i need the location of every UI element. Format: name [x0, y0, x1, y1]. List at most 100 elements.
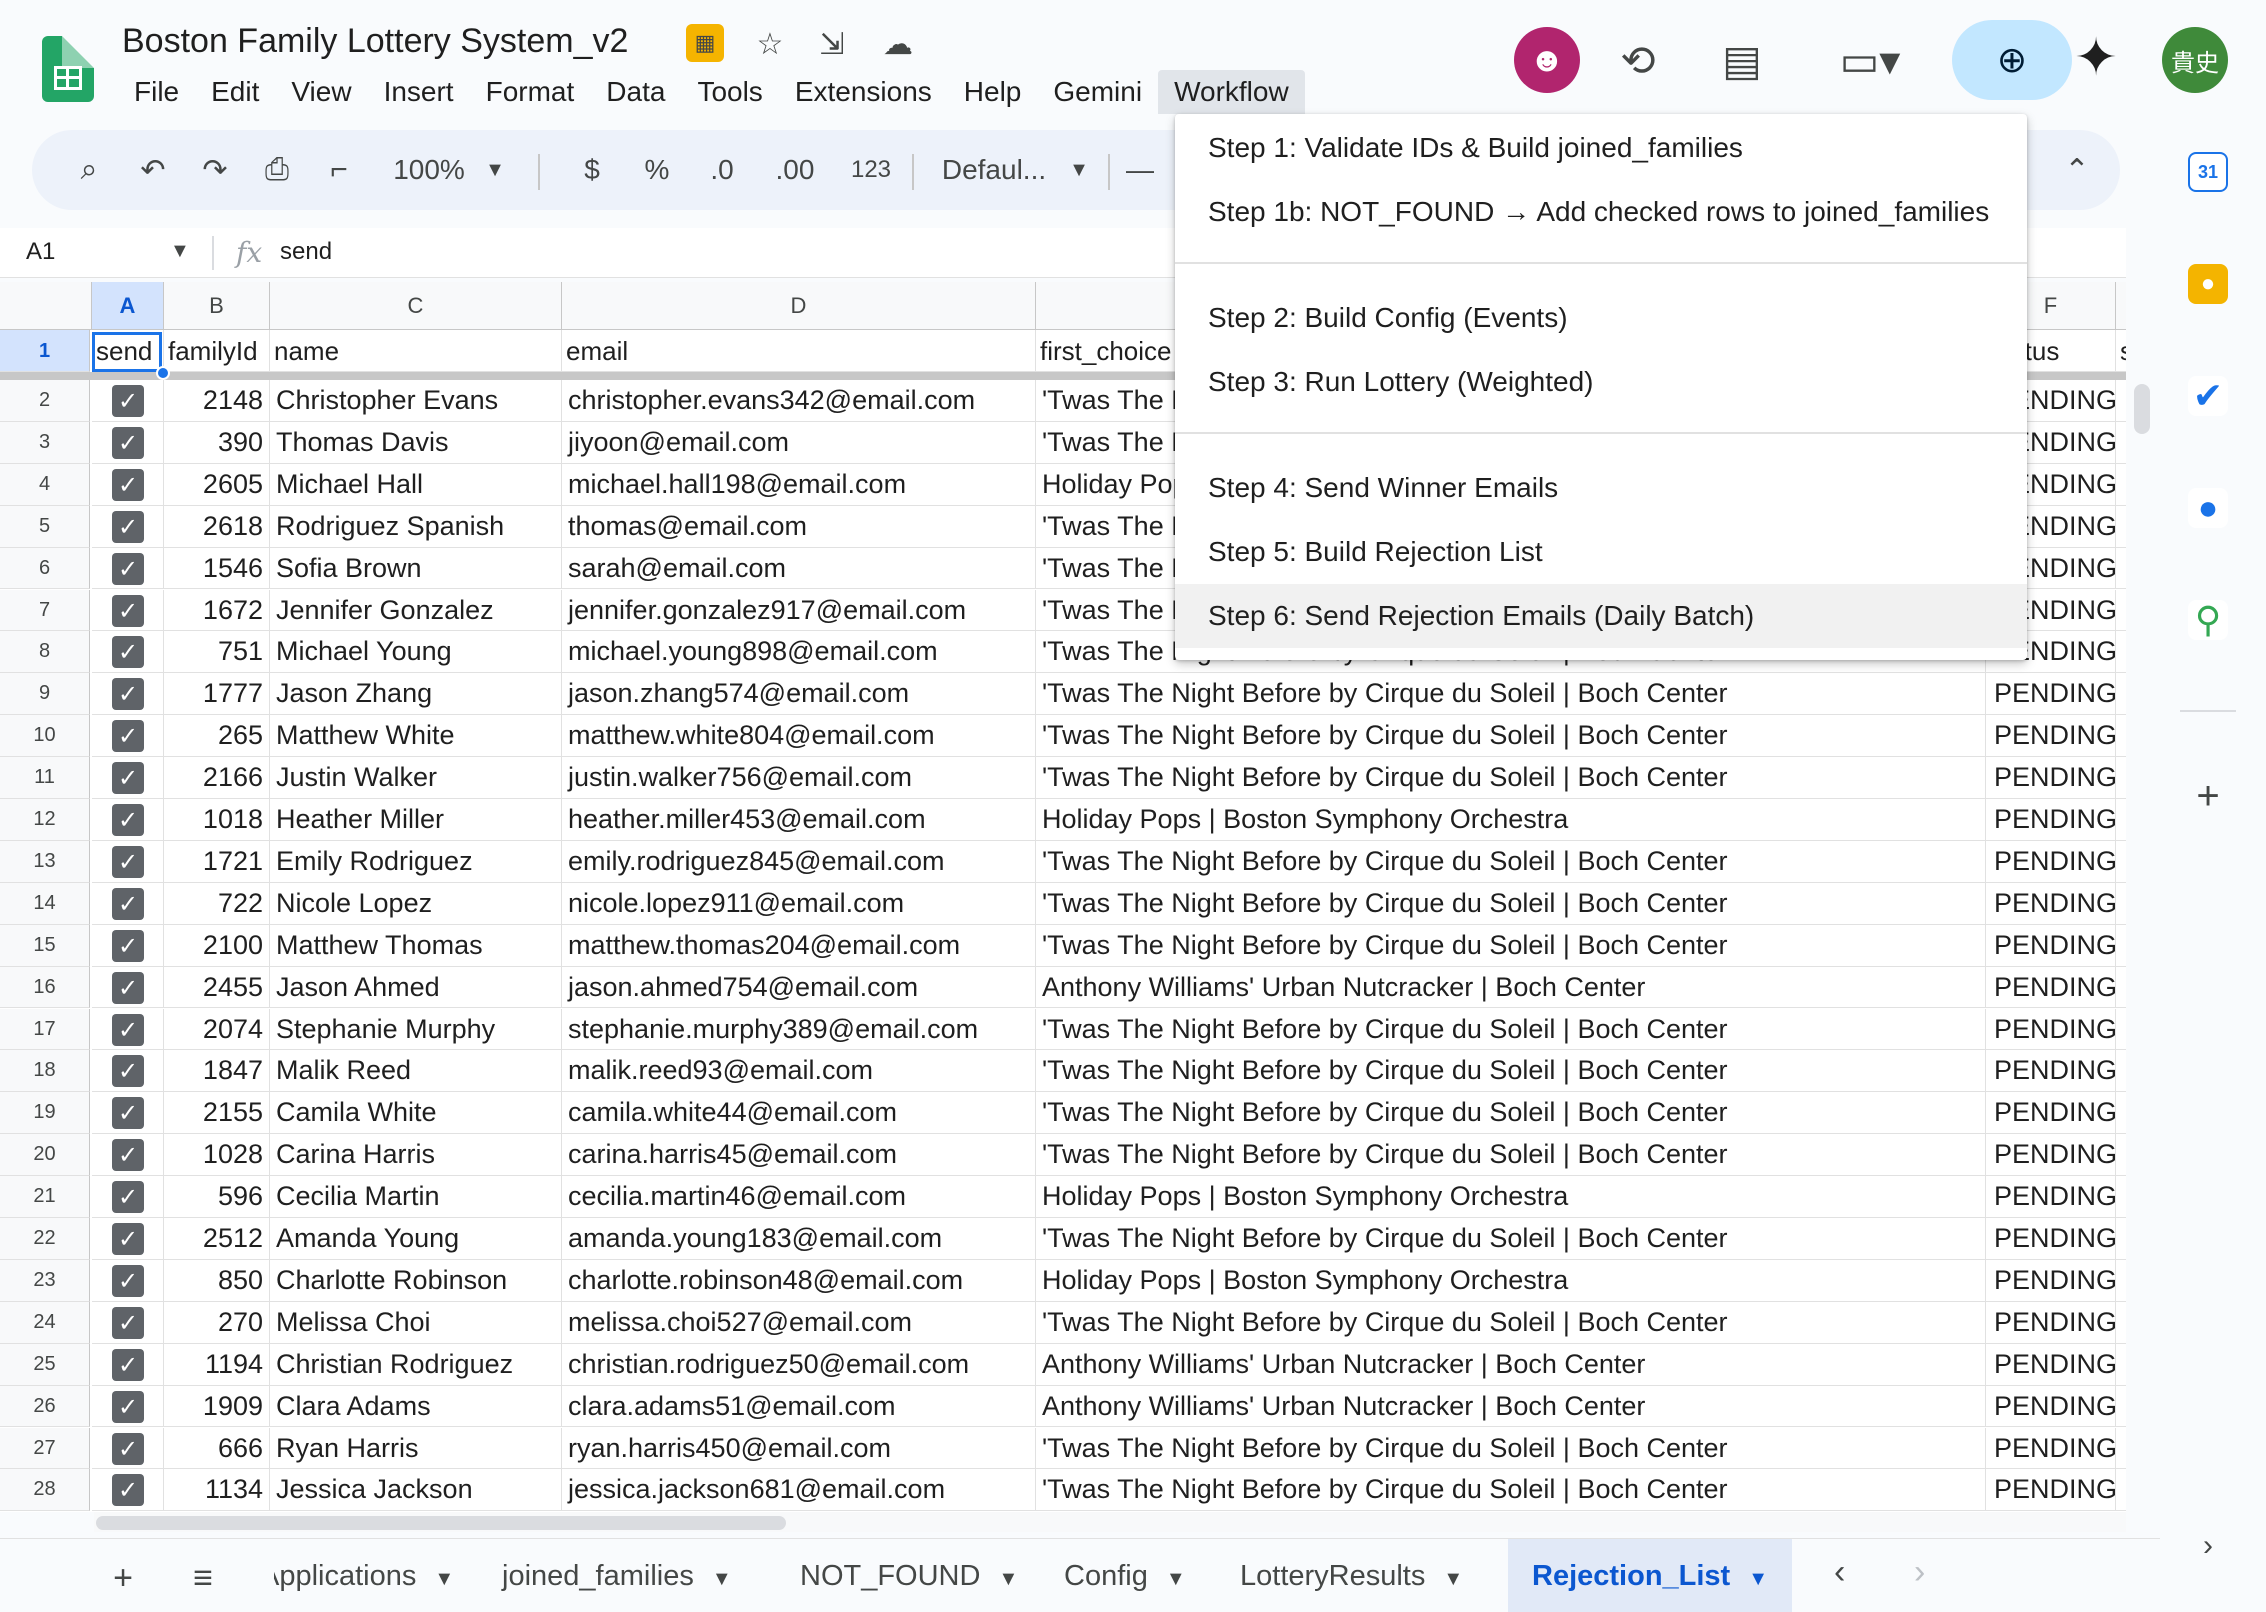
checkbox-checked[interactable]: ✓ [112, 1306, 144, 1339]
name-cell[interactable]: Ryan Harris [270, 1427, 562, 1470]
row-header[interactable]: 11 [0, 757, 90, 799]
row-header[interactable]: 4 [0, 463, 90, 506]
name-cell[interactable]: Rodriguez Spanish [270, 505, 562, 548]
name-cell[interactable]: Melissa Choi [270, 1301, 562, 1344]
row-header[interactable]: 12 [0, 799, 90, 841]
table-cell[interactable] [2116, 1302, 2126, 1344]
name-cell[interactable]: Stephanie Murphy [270, 1008, 562, 1051]
menu-extensions[interactable]: Extensions [779, 70, 948, 114]
name-cell[interactable]: Nicole Lopez [270, 882, 562, 925]
email-cell[interactable]: malik.reed93@email.com [562, 1050, 1036, 1093]
family-id-cell[interactable]: 1018 [164, 799, 270, 841]
family-id-cell[interactable]: 666 [164, 1427, 270, 1470]
row-header[interactable]: 17 [0, 1008, 90, 1051]
name-box[interactable]: A1 [26, 238, 55, 266]
paint-format-icon[interactable]: ⌐ [314, 140, 364, 200]
email-cell[interactable]: melissa.choi527@email.com [562, 1301, 1036, 1344]
name-cell[interactable]: Heather Miller [270, 799, 562, 841]
column-header[interactable]: D [562, 282, 1036, 330]
decrease-decimals-button[interactable]: .0 [692, 140, 752, 200]
email-cell[interactable]: michael.young898@email.com [562, 631, 1036, 674]
family-id-cell[interactable]: 1194 [164, 1343, 270, 1386]
email-cell[interactable]: camila.white44@email.com [562, 1092, 1036, 1135]
email-cell[interactable]: sarah@email.com [562, 547, 1036, 590]
family-id-cell[interactable]: 2100 [164, 924, 270, 967]
column-header[interactable] [2116, 282, 2126, 330]
workflow-menu-item[interactable]: Step 1b: NOT_FOUND → Add checked rows to… [1175, 180, 2027, 244]
first-choice-cell[interactable]: 'Twas The Night Before by Cirque du Sole… [1036, 715, 1986, 758]
maps-icon[interactable]: ⚲ [2188, 599, 2228, 640]
name-cell[interactable]: Christian Rodriguez [270, 1343, 562, 1386]
email-cell[interactable]: thomas@email.com [562, 505, 1036, 548]
family-id-cell[interactable]: 850 [164, 1259, 270, 1302]
workflow-menu-item[interactable]: Step 3: Run Lottery (Weighted) [1175, 350, 2027, 414]
menu-format[interactable]: Format [470, 70, 591, 114]
family-id-cell[interactable]: 2618 [164, 505, 270, 548]
table-cell[interactable] [2116, 631, 2126, 674]
chevron-down-icon[interactable]: ▼ [1443, 1568, 1463, 1590]
email-cell[interactable]: cecilia.martin46@email.com [562, 1176, 1036, 1218]
name-cell[interactable]: Charlotte Robinson [270, 1259, 562, 1302]
status-cell[interactable]: PENDING [1986, 1385, 2116, 1428]
redo-icon[interactable]: ↷ [190, 140, 240, 200]
checkbox-checked[interactable]: ✓ [112, 720, 144, 753]
row-header[interactable]: 19 [0, 1092, 90, 1135]
table-cell[interactable] [2116, 925, 2126, 967]
checkbox-checked[interactable]: ✓ [112, 1013, 144, 1046]
zoom-select[interactable]: 100% [384, 140, 474, 200]
chevron-down-icon[interactable]: ▼ [712, 1568, 732, 1590]
table-cell[interactable] [2116, 1260, 2126, 1302]
family-id-cell[interactable]: 722 [164, 882, 270, 925]
row-header[interactable]: 21 [0, 1176, 90, 1218]
row-header[interactable]: 27 [0, 1427, 90, 1470]
family-id-cell[interactable]: 265 [164, 715, 270, 758]
checkbox-checked[interactable]: ✓ [112, 1181, 144, 1214]
email-cell[interactable]: jessica.jackson681@email.com [562, 1469, 1036, 1512]
row-header[interactable]: 13 [0, 840, 90, 883]
chevron-down-icon[interactable]: ▼ [480, 140, 510, 200]
chevron-down-icon[interactable]: ▼ [1166, 1568, 1186, 1590]
chevron-down-icon[interactable]: ▼ [1748, 1568, 1768, 1590]
menu-data[interactable]: Data [590, 70, 681, 114]
family-id-cell[interactable]: 2166 [164, 757, 270, 799]
name-cell[interactable]: Sofia Brown [270, 547, 562, 590]
first-choice-cell[interactable]: 'Twas The Night Before by Cirque du Sole… [1036, 1092, 1986, 1135]
status-cell[interactable]: PENDING [1986, 1218, 2116, 1260]
name-cell[interactable]: Thomas Davis [270, 421, 562, 464]
first-choice-cell[interactable]: 'Twas The Night Before by Cirque du Sole… [1036, 1008, 1986, 1051]
meet-icon[interactable]: ▭▾ [1820, 30, 1920, 90]
menu-insert[interactable]: Insert [368, 70, 470, 114]
chevron-down-icon[interactable]: ▼ [170, 240, 190, 263]
bot-avatar-icon[interactable]: ☻ [1514, 27, 1580, 93]
move-folder-icon[interactable]: ⇲ [812, 24, 852, 64]
menu-gemini[interactable]: Gemini [1037, 70, 1158, 114]
checkbox-checked[interactable]: ✓ [112, 1348, 144, 1381]
email-cell[interactable]: jason.ahmed754@email.com [562, 966, 1036, 1009]
status-cell[interactable]: PENDING [1986, 1176, 2116, 1218]
status-cell[interactable]: PENDING [1986, 757, 2116, 799]
checkbox-checked[interactable]: ✓ [112, 1139, 144, 1172]
checkbox-checked[interactable]: ✓ [112, 1474, 144, 1507]
first-choice-cell[interactable]: 'Twas The Night Before by Cirque du Sole… [1036, 1301, 1986, 1344]
increase-decimals-button[interactable]: .00 [760, 140, 830, 200]
scroll-tabs-left-icon[interactable]: ‹ [1834, 1553, 1845, 1592]
checkbox-checked[interactable]: ✓ [112, 929, 144, 962]
search-menus-icon[interactable]: ⌕ [64, 140, 114, 200]
row-header[interactable]: 5 [0, 505, 90, 548]
name-cell[interactable]: Matthew White [270, 715, 562, 758]
row-header[interactable]: 28 [0, 1469, 90, 1512]
checkbox-checked[interactable]: ✓ [112, 845, 144, 878]
first-choice-cell[interactable]: 'Twas The Night Before by Cirque du Sole… [1036, 1218, 1986, 1260]
table-cell[interactable] [2116, 506, 2126, 548]
header-cell-extra[interactable]: s [2116, 330, 2126, 372]
family-id-cell[interactable]: 2148 [164, 380, 270, 422]
workflow-menu-item[interactable]: Step 6: Send Rejection Emails (Daily Bat… [1175, 584, 2027, 648]
family-id-cell[interactable]: 2605 [164, 463, 270, 506]
checkbox-checked[interactable]: ✓ [112, 552, 144, 585]
email-cell[interactable]: stephanie.murphy389@email.com [562, 1008, 1036, 1051]
row-header[interactable]: 3 [0, 421, 90, 464]
sheet-tab-lotteryresults[interactable]: LotteryResults ▼ [1216, 1539, 1487, 1612]
all-sheets-icon[interactable]: ≡ [178, 1553, 228, 1603]
collapse-toolbar-icon[interactable]: ⌃ [2052, 140, 2102, 200]
family-id-cell[interactable]: 1847 [164, 1050, 270, 1093]
